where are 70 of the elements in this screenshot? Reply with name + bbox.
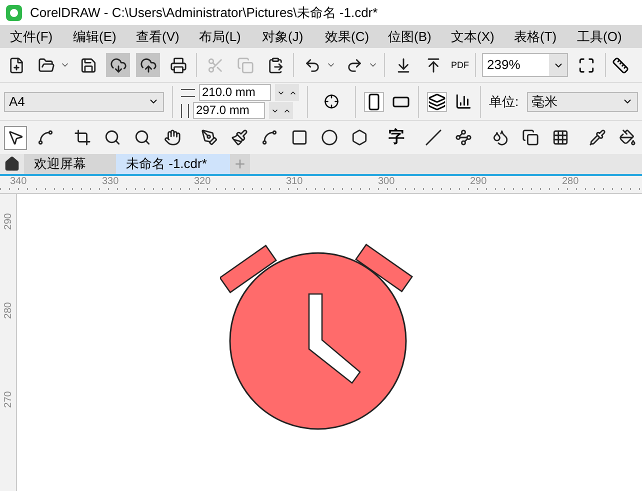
pdf-label[interactable]: PDF — [451, 60, 469, 70]
ruler-label: 300 — [378, 176, 396, 189]
menu-item[interactable]: 工具(O) — [577, 28, 622, 44]
document-tab[interactable]: 未命名 -1.cdr* — [116, 154, 230, 174]
spin-buttons[interactable] — [275, 84, 299, 101]
rectangle-icon — [291, 129, 308, 146]
zoom-icon — [134, 129, 151, 146]
menu-item[interactable]: 文本(X) — [451, 28, 494, 44]
zoom-combo[interactable]: 239% — [482, 53, 568, 77]
fit-page-icon[interactable] — [578, 56, 595, 74]
ruler-label: 270 — [2, 391, 14, 408]
width-icon — [181, 88, 195, 96]
ruler-label: 310 — [286, 176, 304, 189]
app-logo-icon — [6, 4, 22, 20]
polygon-icon — [351, 129, 368, 146]
menu-item[interactable]: 查看(V) — [136, 28, 180, 44]
pen-icon — [201, 129, 218, 146]
ruler-label: 330 — [102, 176, 120, 189]
copy-icon — [236, 56, 254, 74]
pan-icon — [164, 129, 181, 146]
eyedropper-icon — [589, 129, 606, 146]
home-icon — [4, 156, 20, 172]
ruler-label: 320 — [194, 176, 212, 189]
dimension-field[interactable]: 297.0 mm — [193, 102, 265, 119]
text-tool-button[interactable]: 字 — [385, 126, 408, 150]
folder-icon — [38, 56, 54, 74]
pointer-icon — [7, 129, 24, 146]
portrait-button[interactable] — [364, 92, 384, 112]
pointer-tool-button[interactable] — [4, 126, 27, 150]
save-icon — [80, 56, 96, 74]
unit-label: 单位: — [489, 92, 519, 111]
dimension-field[interactable]: 210.0 mm — [199, 84, 271, 101]
unit-combo[interactable]: 毫米 — [526, 92, 638, 112]
redo-icon — [346, 56, 362, 74]
ellipse-icon — [321, 129, 338, 146]
fill-icon — [619, 129, 636, 146]
spin-buttons[interactable] — [269, 102, 293, 119]
cloud-download-icon — [110, 56, 126, 74]
curve-icon — [261, 129, 278, 146]
ruler-label: 290 — [2, 213, 14, 230]
connector-icon — [455, 129, 472, 146]
zoom-icon — [104, 129, 121, 146]
cloud-download-button[interactable] — [106, 53, 130, 77]
ruler-label: 290 — [470, 176, 488, 189]
menu-item[interactable]: 编辑(E) — [73, 28, 116, 44]
printer-icon — [170, 56, 186, 74]
brush-icon — [231, 129, 248, 146]
window-title: CorelDRAW - C:\Users\Administrator\Pictures\未命名 -1.cdr* — [30, 4, 378, 22]
ruler-label: 340 — [10, 176, 28, 189]
menu-item[interactable]: 文件(F) — [10, 28, 53, 44]
line-icon — [425, 129, 442, 146]
menu-item[interactable]: 表格(T) — [514, 28, 557, 44]
menu-item[interactable]: 效果(C) — [325, 28, 370, 44]
paste-icon — [266, 56, 284, 74]
cloud-upload-button[interactable] — [136, 53, 160, 77]
document-tab[interactable]: 欢迎屏幕 — [24, 154, 116, 174]
ruler-label: 280 — [562, 176, 580, 189]
scissors-icon — [206, 56, 224, 74]
undo-icon — [304, 56, 320, 74]
menu-item[interactable]: 布局(L) — [199, 28, 241, 44]
crop-icon — [74, 129, 91, 146]
all-pages-button[interactable] — [427, 92, 447, 112]
menu-item[interactable]: 位图(B) — [388, 28, 432, 44]
new-file-icon — [8, 56, 24, 74]
ruler-label: 280 — [2, 302, 14, 319]
ruler-icon[interactable] — [612, 56, 629, 74]
page-size-combo[interactable]: A4 — [4, 92, 164, 112]
cloud-upload-icon — [140, 56, 156, 74]
height-icon — [181, 104, 189, 118]
menu-item[interactable]: 对象(J) — [262, 28, 304, 44]
